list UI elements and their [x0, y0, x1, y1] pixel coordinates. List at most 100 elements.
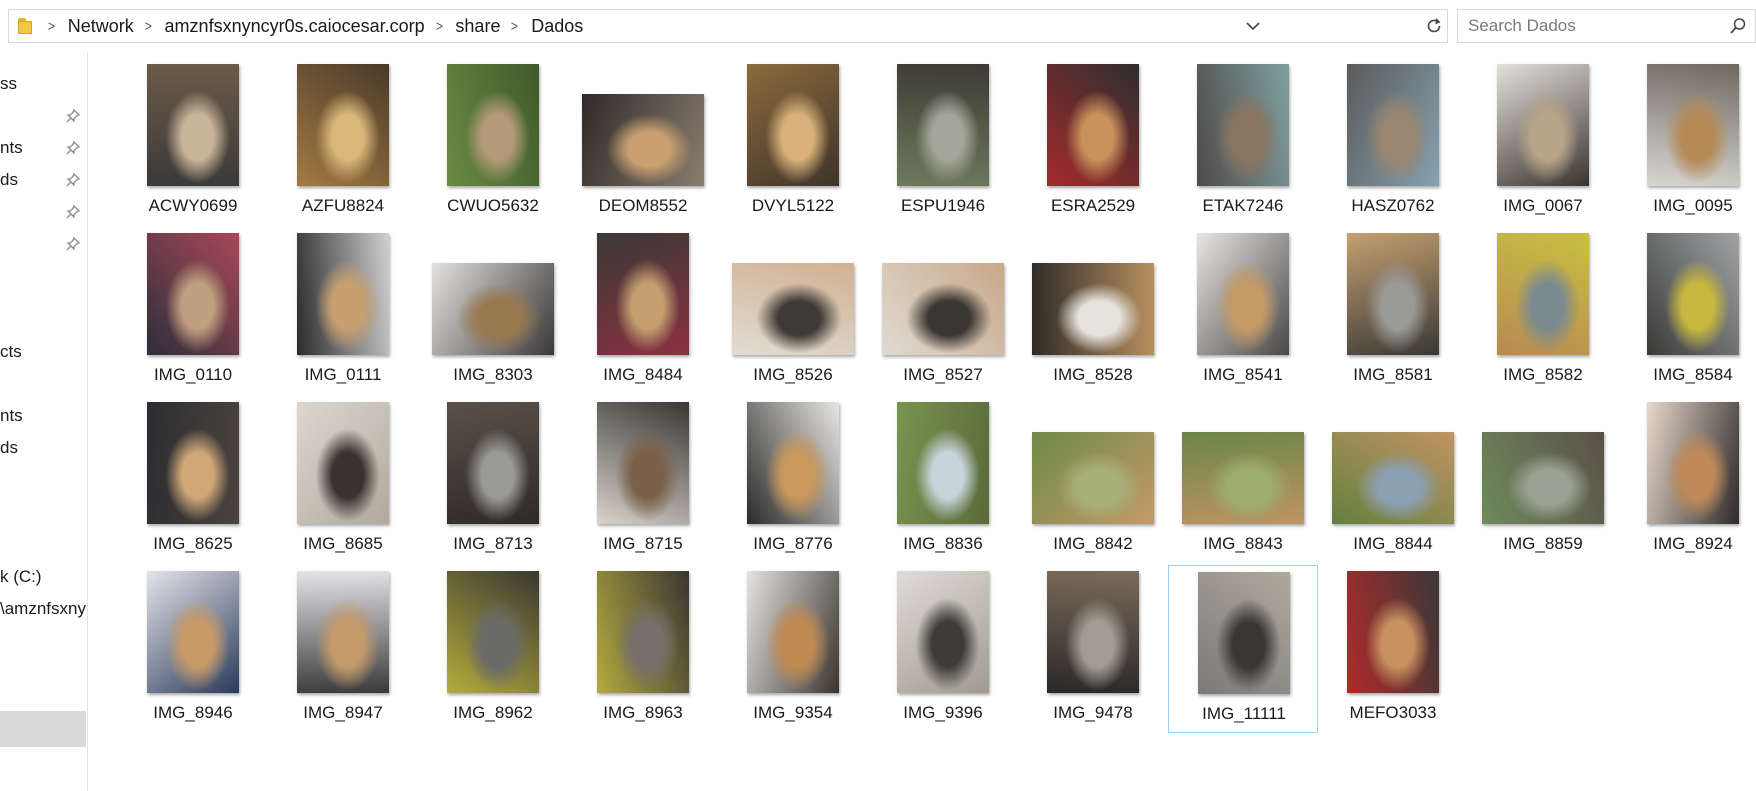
search-icon[interactable]: [1729, 17, 1747, 35]
file-item[interactable]: IMG_8528: [1018, 227, 1168, 395]
image-thumbnail[interactable]: [447, 64, 539, 186]
file-item[interactable]: IMG_8947: [268, 565, 418, 733]
breadcrumb-network[interactable]: Network: [68, 16, 134, 37]
pin-icon[interactable]: [66, 173, 80, 187]
image-thumbnail[interactable]: [897, 402, 989, 524]
image-thumbnail[interactable]: [1197, 233, 1289, 355]
file-item[interactable]: IMG_8484: [568, 227, 718, 395]
image-thumbnail[interactable]: [747, 402, 839, 524]
pin-icon[interactable]: [66, 109, 80, 123]
file-item[interactable]: IMG_8582: [1468, 227, 1618, 395]
nav-item-downloads-2[interactable]: ds: [0, 432, 87, 464]
file-item[interactable]: IMG_8842: [1018, 396, 1168, 564]
file-item[interactable]: IMG_8715: [568, 396, 718, 564]
image-thumbnail[interactable]: [1182, 432, 1304, 524]
address-bar[interactable]: > Network > amznfsxnyncyr0s.caiocesar.co…: [8, 9, 1448, 43]
file-item[interactable]: IMG_8963: [568, 565, 718, 733]
image-thumbnail[interactable]: [147, 402, 239, 524]
image-thumbnail[interactable]: [747, 64, 839, 186]
file-item[interactable]: IMG_9478: [1018, 565, 1168, 733]
file-item[interactable]: ESRA2529: [1018, 58, 1168, 226]
image-thumbnail[interactable]: [1332, 432, 1454, 524]
image-thumbnail[interactable]: [1197, 64, 1289, 186]
file-item[interactable]: IMG_8843: [1168, 396, 1318, 564]
image-thumbnail[interactable]: [1482, 432, 1604, 524]
image-thumbnail[interactable]: [147, 233, 239, 355]
refresh-icon[interactable]: [1420, 9, 1448, 43]
file-item[interactable]: ACWY0699: [118, 58, 268, 226]
image-thumbnail[interactable]: [297, 402, 389, 524]
image-thumbnail[interactable]: [1032, 263, 1154, 355]
file-item[interactable]: HASZ0762: [1318, 58, 1468, 226]
image-thumbnail[interactable]: [732, 263, 854, 355]
image-thumbnail[interactable]: [447, 571, 539, 693]
file-item[interactable]: CWUO5632: [418, 58, 568, 226]
image-thumbnail[interactable]: [447, 402, 539, 524]
image-thumbnail[interactable]: [582, 94, 704, 186]
nav-item-local-disk[interactable]: k (C:): [0, 561, 87, 593]
file-item[interactable]: IMG_8303: [418, 227, 568, 395]
file-item[interactable]: IMG_0095: [1618, 58, 1756, 226]
image-thumbnail[interactable]: [1047, 571, 1139, 693]
nav-item-quick-access[interactable]: ss: [0, 68, 87, 100]
image-thumbnail[interactable]: [897, 571, 989, 693]
file-item[interactable]: IMG_11111: [1168, 565, 1318, 733]
file-item[interactable]: IMG_8685: [268, 396, 418, 564]
image-thumbnail[interactable]: [597, 233, 689, 355]
image-thumbnail[interactable]: [1497, 233, 1589, 355]
file-item[interactable]: IMG_8924: [1618, 396, 1756, 564]
file-item[interactable]: ESPU1946: [868, 58, 1018, 226]
image-thumbnail[interactable]: [297, 233, 389, 355]
file-item[interactable]: IMG_8946: [118, 565, 268, 733]
nav-item-documents-2[interactable]: nts: [0, 400, 87, 432]
breadcrumb-chevron-icon[interactable]: >: [48, 18, 55, 35]
image-thumbnail[interactable]: [1032, 432, 1154, 524]
file-item[interactable]: IMG_8526: [718, 227, 868, 395]
nav-item-objects[interactable]: cts: [0, 336, 87, 368]
file-item[interactable]: IMG_8859: [1468, 396, 1618, 564]
file-item[interactable]: ETAK7246: [1168, 58, 1318, 226]
file-item[interactable]: IMG_8541: [1168, 227, 1318, 395]
image-thumbnail[interactable]: [747, 571, 839, 693]
file-item[interactable]: IMG_0067: [1468, 58, 1618, 226]
image-thumbnail[interactable]: [1347, 571, 1439, 693]
file-item[interactable]: IMG_9396: [868, 565, 1018, 733]
file-item[interactable]: MEFO3033: [1318, 565, 1468, 733]
image-thumbnail[interactable]: [597, 402, 689, 524]
file-item[interactable]: IMG_9354: [718, 565, 868, 733]
address-history-chevron-down-icon[interactable]: [1241, 9, 1265, 43]
image-thumbnail[interactable]: [882, 263, 1004, 355]
search-input[interactable]: [1468, 16, 1718, 36]
pin-icon[interactable]: [66, 141, 80, 155]
pin-icon[interactable]: [66, 237, 80, 251]
file-item[interactable]: IMG_8962: [418, 565, 568, 733]
image-thumbnail[interactable]: [1198, 572, 1290, 694]
file-item[interactable]: IMG_8776: [718, 396, 868, 564]
image-thumbnail[interactable]: [297, 571, 389, 693]
pin-icon[interactable]: [66, 205, 80, 219]
breadcrumb-current-folder[interactable]: Dados: [531, 16, 583, 37]
nav-item-network-share[interactable]: \amznfsxny: [0, 593, 87, 625]
image-thumbnail[interactable]: [1497, 64, 1589, 186]
image-thumbnail[interactable]: [1647, 64, 1739, 186]
breadcrumb-share[interactable]: share: [455, 16, 500, 37]
image-thumbnail[interactable]: [897, 64, 989, 186]
file-item[interactable]: IMG_8581: [1318, 227, 1468, 395]
file-item[interactable]: IMG_0110: [118, 227, 268, 395]
file-item[interactable]: IMG_8836: [868, 396, 1018, 564]
file-item[interactable]: DVYL5122: [718, 58, 868, 226]
file-item[interactable]: IMG_8713: [418, 396, 568, 564]
file-item[interactable]: IMG_8844: [1318, 396, 1468, 564]
search-box[interactable]: [1457, 9, 1756, 43]
image-thumbnail[interactable]: [147, 571, 239, 693]
image-thumbnail[interactable]: [297, 64, 389, 186]
breadcrumb-server[interactable]: amznfsxnyncyr0s.caiocesar.corp: [165, 16, 425, 37]
breadcrumb-chevron-icon[interactable]: >: [511, 18, 518, 35]
image-thumbnail[interactable]: [1647, 402, 1739, 524]
image-thumbnail[interactable]: [1347, 64, 1439, 186]
image-thumbnail[interactable]: [1047, 64, 1139, 186]
file-item[interactable]: IMG_8584: [1618, 227, 1756, 395]
file-item[interactable]: AZFU8824: [268, 58, 418, 226]
nav-item-selected[interactable]: [0, 711, 86, 747]
image-thumbnail[interactable]: [1647, 233, 1739, 355]
